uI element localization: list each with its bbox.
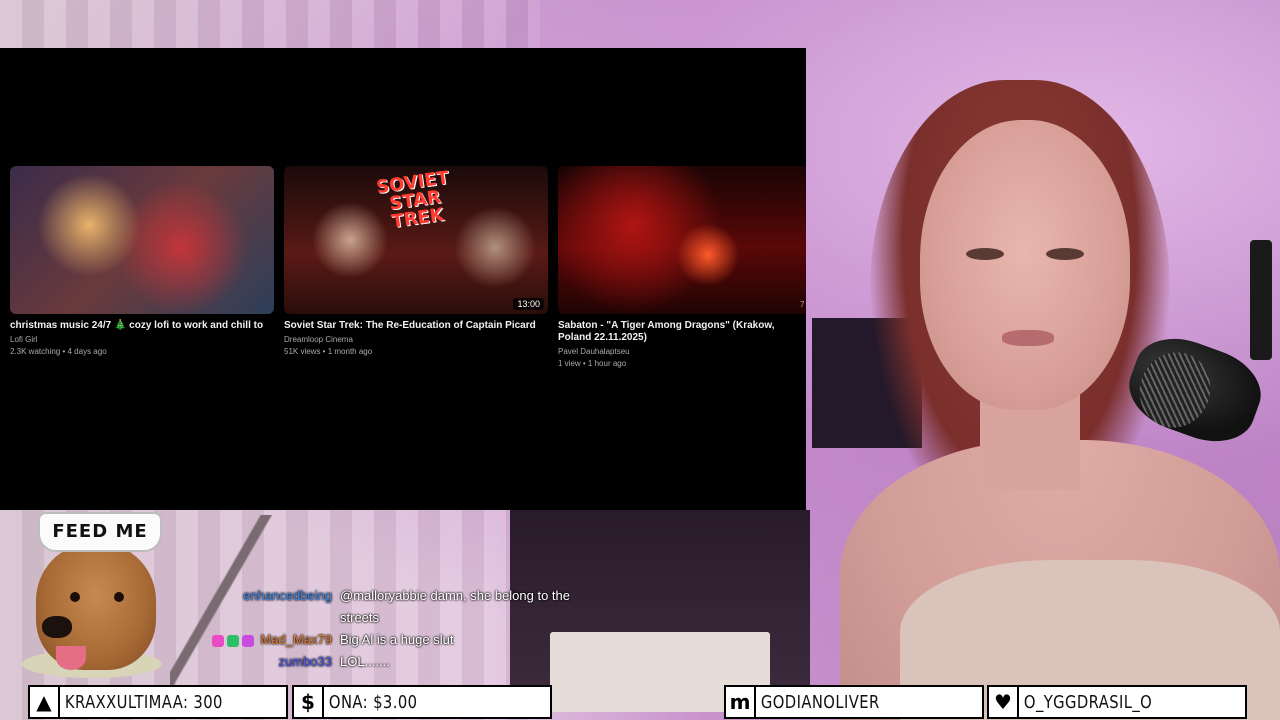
streamer-face — [920, 120, 1130, 410]
video-meta: 2.3K watching • 4 days ago — [10, 347, 107, 356]
chat-text: LOL....... — [340, 654, 390, 669]
m-logo-icon: m — [726, 687, 756, 717]
ticker-latest-bits: ▲ KRAXXULTIMAA: 300 — [28, 685, 288, 719]
chat-text: Big Al is a huge slut — [340, 632, 454, 647]
dog-nose — [42, 616, 72, 638]
ticker-label: KRAXXULTIMAA: 300 — [64, 691, 223, 713]
chat-message: Mad_Max79 Big Al is a huge slut — [200, 629, 570, 651]
video-channel[interactable]: Lofi Girl — [10, 335, 274, 345]
streamer-eye-left — [966, 248, 1004, 260]
feed-me-hat: FEED ME — [38, 512, 162, 552]
heart-badge-icon — [212, 634, 225, 647]
dollar-icon: $ — [294, 687, 324, 717]
chat-message: zumbo33 LOL....... — [200, 651, 570, 673]
video-thumbnail[interactable] — [10, 166, 274, 314]
heart-icon: ♥ — [989, 687, 1019, 717]
thumbnail-logo: SOVIET STAR TREK — [374, 167, 451, 233]
chat-username[interactable]: enhancedbeing — [200, 585, 340, 629]
chat-badges — [212, 634, 255, 647]
chat-message: enhancedbeing @malloryabbie damn, she be… — [200, 585, 570, 629]
chat-user-with-badges: Mad_Max79 — [200, 629, 340, 651]
flower-badge-icon — [242, 634, 255, 647]
diamond-icon: ▲ — [30, 687, 60, 717]
video-meta: 1 view • 1 hour ago — [558, 359, 627, 368]
ticker-label: GODIANOLIVER — [760, 691, 880, 713]
video-card-3[interactable]: Sabaton - "A Tiger Among Dragons" (Krako… — [558, 166, 806, 369]
dog-eye-left — [70, 592, 80, 602]
chat-username[interactable]: Mad_Max79 — [260, 632, 332, 647]
video-duration: 13:00 — [513, 298, 544, 310]
streamer-mouth — [1002, 330, 1054, 346]
ticker-latest-donation: $ ONA: $3.00 — [292, 685, 552, 719]
video-card-2[interactable]: SOVIET STAR TREK 13:00 Soviet Star Trek:… — [284, 166, 548, 357]
chat-overlay: enhancedbeing @malloryabbie damn, she be… — [200, 585, 570, 673]
mic-arm — [1250, 240, 1272, 360]
video-duration-partial: 7 — [800, 300, 805, 309]
dog-eye-right — [114, 592, 124, 602]
chat-username[interactable]: zumbo33 — [200, 651, 340, 673]
video-thumbnail[interactable] — [558, 166, 806, 314]
video-channel[interactable]: Pavel Dauhalaptseu — [558, 347, 802, 357]
video-title[interactable]: Soviet Star Trek: The Re-Education of Ca… — [284, 320, 548, 332]
video-title[interactable]: Sabaton - "A Tiger Among Dragons" (Krako… — [558, 320, 802, 344]
streamer-eye-right — [1046, 248, 1084, 260]
ticker-label: O_YGGDRASIL_O — [1023, 691, 1153, 713]
feed-me-mascot: FEED ME — [22, 510, 172, 685]
ticker-latest-follower: ♥ O_YGGDRASIL_O — [987, 685, 1247, 719]
dog-tongue — [56, 646, 86, 670]
video-channel[interactable]: Dreamloop Cinema — [284, 335, 548, 345]
m-badge-icon — [227, 634, 240, 647]
dog-icon — [36, 544, 156, 670]
chat-text: @malloryabbie damn, she belong to the st… — [340, 588, 571, 625]
youtube-panel: christmas music 24/7 🎄 cozy lofi to work… — [0, 48, 806, 510]
ticker-label: ONA: $3.00 — [328, 691, 418, 713]
video-title[interactable]: christmas music 24/7 🎄 cozy lofi to work… — [10, 320, 274, 332]
ticker-latest-member: m GODIANOLIVER — [724, 685, 984, 719]
video-card-1[interactable]: christmas music 24/7 🎄 cozy lofi to work… — [10, 166, 274, 357]
video-meta: 51K views • 1 month ago — [284, 347, 373, 356]
video-thumbnail[interactable]: SOVIET STAR TREK 13:00 — [284, 166, 548, 314]
